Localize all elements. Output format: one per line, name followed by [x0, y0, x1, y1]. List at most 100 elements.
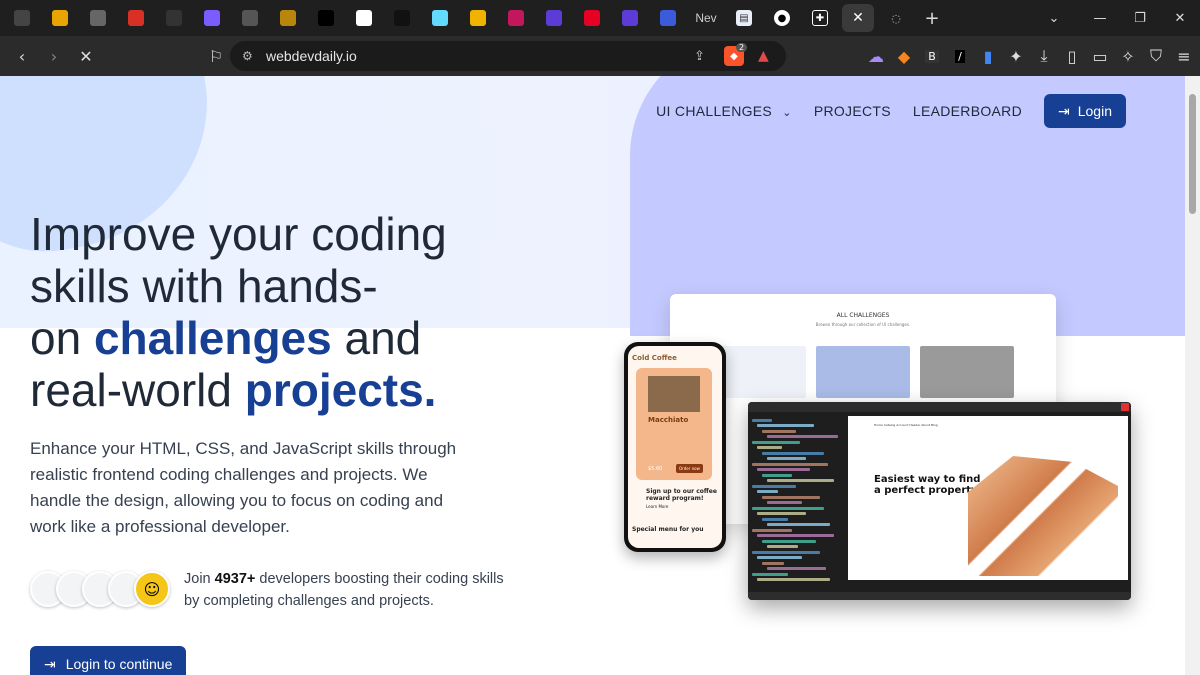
forward-arrow-icon: ›	[50, 46, 58, 66]
stop-icon: ✕	[79, 46, 93, 66]
code-line	[757, 556, 802, 559]
tab-label: Nev	[695, 11, 717, 25]
sidebar-toggle-button[interactable]: ▯	[1060, 44, 1084, 68]
coffee-name: Macchiato	[648, 416, 689, 424]
window-controls: — ❐ ✕	[1080, 0, 1200, 36]
close-icon: ✕	[852, 10, 864, 26]
restore-button[interactable]: ❐	[1120, 11, 1160, 26]
scrollbar-thumb[interactable]	[1189, 94, 1196, 214]
tab-active-close[interactable]: ✕	[842, 4, 874, 32]
browser-tab[interactable]	[500, 4, 532, 32]
tab-search[interactable]: ⌄	[1034, 0, 1074, 36]
login-icon: ⇥	[1058, 102, 1070, 119]
extensions-button[interactable]: ✦	[1004, 44, 1028, 68]
browser-tab[interactable]	[614, 4, 646, 32]
shield-icon: ⛉	[1149, 46, 1162, 65]
code-line	[762, 561, 784, 565]
extensions-area: ☁ ◆ B / ▮ ✦ ⤓ ▯ ▭ ✧ ⛉ ≡	[860, 44, 1196, 68]
browser-tab[interactable]	[82, 4, 114, 32]
preview-heading-line1: Easiest way to find	[874, 474, 981, 485]
code-line	[757, 468, 810, 471]
browser-tab[interactable]	[158, 4, 190, 32]
shield-u-icon	[52, 10, 68, 26]
browser-tab[interactable]	[576, 4, 608, 32]
wallet-button[interactable]: ▭	[1088, 44, 1112, 68]
browser-tab[interactable]	[6, 4, 38, 32]
docs-icon: ▮	[983, 46, 993, 66]
extension-ghost-button[interactable]: ☁	[864, 44, 888, 68]
browser-tab[interactable]	[538, 4, 570, 32]
avatar: ☺	[134, 571, 170, 607]
leo-ai-button[interactable]: ✧	[1116, 44, 1140, 68]
minimize-button[interactable]: —	[1080, 11, 1120, 26]
nav-leaderboard[interactable]: LEADERBOARD	[913, 103, 1022, 119]
bookmark-button[interactable]: ⚐	[202, 42, 230, 70]
tab-news[interactable]: Nev	[690, 4, 722, 32]
code-line	[757, 534, 834, 537]
puzzle-icon: ✦	[1009, 46, 1023, 66]
forward-button[interactable]: ›	[40, 42, 68, 70]
browser-tab[interactable]	[234, 4, 266, 32]
record-icon	[356, 10, 372, 26]
close-window-button[interactable]: ✕	[1160, 11, 1200, 26]
site-settings-icon[interactable]: ⚙	[242, 49, 253, 63]
wave-icon	[660, 10, 676, 26]
browser-tab[interactable]	[348, 4, 380, 32]
new-tab-button[interactable]: +	[918, 4, 946, 32]
login-icon: ⇥	[44, 655, 56, 672]
menu-button[interactable]: ≡	[1172, 44, 1196, 68]
hero-heading: Improve your coding skills with hands- o…	[30, 208, 500, 416]
dollar-icon	[546, 10, 562, 26]
code-line	[762, 539, 816, 543]
browser-tab[interactable]	[424, 4, 456, 32]
nav-ui-challenges[interactable]: UI CHALLENGES ⌄	[656, 103, 792, 119]
browser-tab[interactable]	[196, 4, 228, 32]
browser-tab[interactable]	[272, 4, 304, 32]
login-button[interactable]: ⇥ Login	[1044, 94, 1126, 128]
building-image	[968, 456, 1118, 576]
browser-tab[interactable]	[386, 4, 418, 32]
address-bar[interactable]: ⚙ webdevdaily.io ⇪ ◆ 2 ▲	[230, 41, 786, 71]
shields-count-badge: 2	[736, 43, 748, 52]
webpage: UI CHALLENGES ⌄ PROJECTS LEADERBOARD ⇥ Lo…	[0, 76, 1185, 675]
challenge-thumbnail	[714, 346, 806, 398]
tab-github[interactable]: ●	[766, 4, 798, 32]
brave-rewards-icon[interactable]: ▲	[758, 48, 769, 64]
all-challenges-title: ALL CHALLENGES	[836, 312, 890, 319]
extension-doc-button[interactable]: ▮	[976, 44, 1000, 68]
downloads-button[interactable]: ⤓	[1032, 44, 1056, 68]
extension-slash-button[interactable]: /	[948, 44, 972, 68]
code-line	[767, 479, 834, 482]
browser-tab[interactable]	[462, 4, 494, 32]
code-line	[757, 424, 814, 427]
tab-loading[interactable]: ◌	[880, 4, 912, 32]
extension-metamask-button[interactable]: ◆	[892, 44, 916, 68]
code-line	[767, 457, 806, 460]
browser-tab[interactable]	[310, 4, 342, 32]
tab-doc[interactable]: ▤	[728, 4, 760, 32]
extension-b-button[interactable]: B	[920, 44, 944, 68]
tab-grid[interactable]: ✚	[804, 4, 836, 32]
hero-heading-highlight-challenges: challenges	[93, 312, 332, 364]
login-to-continue-button[interactable]: ⇥ Login to continue	[30, 646, 187, 675]
stop-button[interactable]: ✕	[72, 42, 100, 70]
login-button-label: Login	[1077, 103, 1112, 119]
property-preview: Home Catalog Account Header About Blog E…	[848, 416, 1128, 580]
github-icon: ●	[774, 10, 790, 26]
ghost-icon: ☁	[868, 46, 884, 66]
code-line	[762, 429, 796, 433]
vpn-button[interactable]: ⛉	[1144, 44, 1168, 68]
nav-projects[interactable]: PROJECTS	[814, 103, 891, 119]
share-icon[interactable]: ⇪	[694, 49, 705, 64]
join-text: Join 4937+ developers boosting their cod…	[184, 568, 504, 612]
coffee-image	[648, 376, 700, 412]
globe-icon	[90, 10, 106, 26]
browser-tab[interactable]	[120, 4, 152, 32]
back-button[interactable]: ‹	[8, 42, 36, 70]
code-line	[757, 578, 830, 581]
back-arrow-icon: ‹	[18, 46, 26, 66]
page-scrollbar[interactable]	[1185, 76, 1200, 675]
browser-tab[interactable]	[44, 4, 76, 32]
browser-tab[interactable]	[652, 4, 684, 32]
sidebar-icon: ▯	[1067, 46, 1077, 66]
